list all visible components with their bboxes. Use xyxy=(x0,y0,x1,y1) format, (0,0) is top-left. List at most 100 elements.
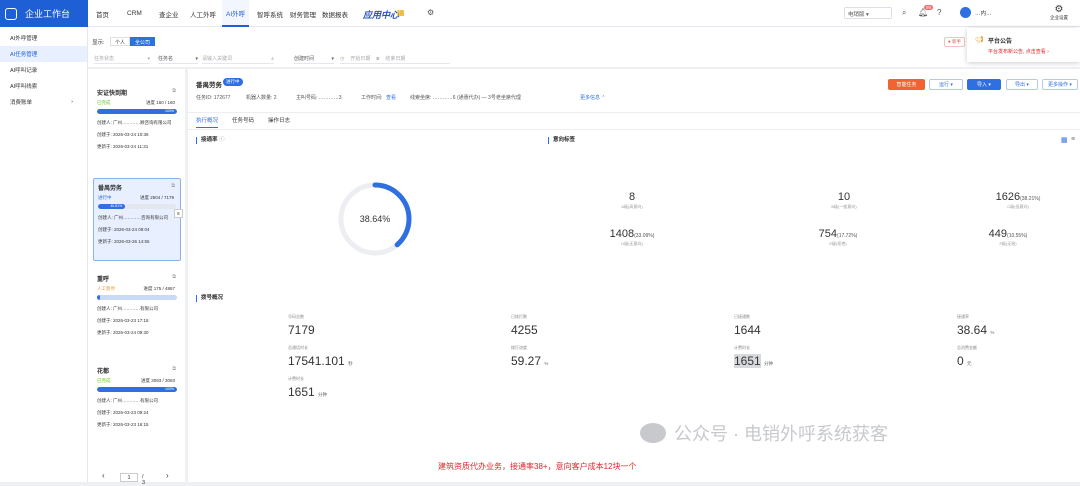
task-card[interactable]: 番禺劳务 ⧉ 进行中 进度 2504 / 7179 40.81% 创建人: 广州… xyxy=(93,178,181,261)
task-card[interactable]: 重呼 ⧉ 人工暂停 进度 175 / 4867 创建人: 广州…………有限公司 … xyxy=(93,270,181,353)
intent-stat: 1626(38.21%) C级(低意向) xyxy=(968,191,1068,210)
import-button[interactable]: 导入 ▾ xyxy=(967,79,1001,90)
sidebar-item-billing[interactable]: 消费账单 › xyxy=(0,94,87,110)
edition-select[interactable]: 电销版 ▾ xyxy=(844,7,892,19)
overview-stat: 拨打进度 59.27 % xyxy=(511,345,621,368)
user-name[interactable]: …内… xyxy=(975,9,992,17)
task-card[interactable]: 安证快到期 ⧉ 已完成 进度 160 / 160 100% 创建人: 广州………… xyxy=(93,84,181,156)
start-date-placeholder: 开始日期 xyxy=(350,56,371,62)
created-time-select[interactable]: 创建时间 ▾ xyxy=(294,54,334,64)
notification-badge: 99 xyxy=(924,5,934,10)
tab-operation-log[interactable]: 操作日志 xyxy=(268,116,290,128)
overview-label: 计费时长 xyxy=(734,345,750,350)
intent-label: E级(拒绝) xyxy=(829,241,847,246)
warning-badge[interactable]: ● 新手 xyxy=(944,37,965,47)
help-icon[interactable]: ? xyxy=(937,8,941,17)
robot-count: 机器人数量: 2 xyxy=(246,95,277,101)
overview-value: 1651 xyxy=(288,385,315,399)
overview-value: 59.27 xyxy=(511,354,542,368)
run-button[interactable]: 运行 ▾ xyxy=(929,79,963,90)
task-name-input[interactable]: 请输入关键词 ⌕ xyxy=(202,54,274,64)
platform-notice-popup[interactable]: 📢︎ 平台公告 平台发布新公告, 点击查看 › xyxy=(967,28,1080,62)
intent-value: 449 xyxy=(988,228,1008,240)
intent-value: 754 xyxy=(818,228,838,240)
overview-stat: 接通率 38.64 % xyxy=(957,314,1067,337)
grid-view-icon[interactable]: ▦ xyxy=(1061,136,1068,144)
task-title: 番禺劳务 xyxy=(196,82,222,89)
watermark-text: 公众号 · 电销外呼系统获客 xyxy=(674,424,888,444)
range-separator-icon: ≡ xyxy=(376,55,380,62)
sidebar-item-ai-call-records[interactable]: AI呼叫记录 xyxy=(0,62,87,78)
collapse-menu-icon[interactable]: ≡ xyxy=(174,209,183,218)
task-card[interactable]: 花都 ⧉ 已完成 进度 3093 / 3093 100% 创建人: 广州…………… xyxy=(93,362,181,442)
task-name-label: 任务名 xyxy=(158,56,174,62)
next-page-button[interactable]: › xyxy=(166,471,169,480)
settings-gear-icon[interactable]: ⚙ xyxy=(427,8,434,17)
date-range-input[interactable]: ◷ 开始日期 ≡ 结束日期 xyxy=(340,54,450,64)
intent-label: F级(无效) xyxy=(999,241,1017,246)
notice-link[interactable]: 平台发布新公告, 点击查看 › xyxy=(988,48,1049,55)
intent-stat: 8 A级(高意向) xyxy=(582,191,682,210)
nav-manual-call[interactable]: 人工外呼 xyxy=(190,0,216,27)
overview-stat: 已接通数 1644 xyxy=(734,314,844,337)
sidebar-item-ai-call-manage[interactable]: AI外呼管理 xyxy=(0,30,87,46)
page-input[interactable]: 1 xyxy=(120,473,138,482)
enterprise-settings-button[interactable]: ⚙ 企业设置 xyxy=(1046,4,1072,21)
search-icon[interactable]: ⌕ xyxy=(271,56,274,62)
status-badge: 进行中 xyxy=(223,78,243,86)
nav-company-search[interactable]: 查企业 xyxy=(159,0,179,27)
nav-finance[interactable]: 财务管理 xyxy=(290,0,316,27)
task-progress-text: 进度 3093 / 3093 xyxy=(140,378,175,383)
overview-label: 已接通数 xyxy=(734,314,750,319)
copy-icon[interactable]: ⧉ xyxy=(172,274,176,280)
info-icon[interactable]: ⓘ xyxy=(219,137,225,143)
nav-smart-system[interactable]: 智呼系统 xyxy=(257,0,283,27)
list-view-icon[interactable]: ≡ xyxy=(1071,136,1075,143)
segment-personal[interactable]: 个人 xyxy=(110,37,131,46)
work-time-link[interactable]: 查看 xyxy=(386,94,396,101)
task-progress-bar: 100% xyxy=(97,387,177,392)
intent-value: 10 xyxy=(837,191,851,203)
nav-ai-call[interactable]: AI外呼 xyxy=(222,0,250,27)
task-progress-fill: 40.81% xyxy=(98,204,126,209)
segment-company[interactable]: 全公司 xyxy=(130,37,156,46)
smart-task-button[interactable]: 智能任务 xyxy=(888,79,925,90)
caller-number: 主叫号码: …………3 xyxy=(296,95,342,101)
app-logo[interactable]: 企业工作台 xyxy=(0,0,88,27)
task-status-select[interactable]: 任务状态 ▾ xyxy=(94,54,150,64)
overview-value: 17541.101 xyxy=(288,354,345,368)
overview-stat: 总消费金额 0 元 xyxy=(957,345,1067,368)
overview-label: 拨打进度 xyxy=(511,345,527,350)
tab-execution-overview[interactable]: 执行概况 xyxy=(196,116,219,128)
divider xyxy=(188,112,1080,113)
sidebar-item-label: AI外呼管理 xyxy=(10,36,38,42)
search-icon[interactable]: ⌕ xyxy=(902,8,906,18)
task-progress-bar: 40.81% xyxy=(98,204,176,209)
sidebar-item-ai-task-manage[interactable]: AI任务管理 xyxy=(0,46,87,62)
overview-stat: 计费时长 1651 分钟 xyxy=(734,345,844,368)
watermark: 公众号 · 电销外呼系统获客 xyxy=(640,420,888,446)
sidebar-item-ai-leads[interactable]: AI呼叫线索 xyxy=(0,78,87,94)
work-time-label: 工作时间: xyxy=(361,95,383,101)
task-progress-fill xyxy=(97,295,100,300)
more-actions-button[interactable]: 更多操作 ▾ xyxy=(1042,79,1078,90)
more-info-link[interactable]: 更多信息 ⌃ xyxy=(580,94,606,101)
overview-label: 计费时长 xyxy=(288,376,304,381)
copy-icon[interactable]: ⧉ xyxy=(172,366,176,372)
export-button[interactable]: 导出 ▾ xyxy=(1006,79,1038,90)
chevron-down-icon: ▾ xyxy=(331,55,334,62)
copy-icon[interactable]: ⧉ xyxy=(171,183,175,189)
nav-crm[interactable]: CRM xyxy=(127,0,142,27)
prev-page-button[interactable]: ‹ xyxy=(102,471,105,480)
created-time-label: 创建时间 xyxy=(294,56,315,62)
nav-reports[interactable]: 数据报表 xyxy=(322,0,348,27)
task-name-field-select[interactable]: 任务名 ▾ xyxy=(158,54,198,64)
nav-home[interactable]: 首页 xyxy=(96,0,109,27)
avatar[interactable] xyxy=(960,7,971,18)
tab-task-numbers[interactable]: 任务号码 xyxy=(232,116,254,128)
task-updated-time: 更新于: 2026-03-24 09:30 xyxy=(97,330,149,335)
intent-percent: (33.09%) xyxy=(634,233,655,239)
app-center-link[interactable]: 应用中心 xyxy=(363,8,399,21)
caption-text: 建筑资质代办业务，接通率38+，意向客户成本12块一个 xyxy=(438,462,637,471)
copy-icon[interactable]: ⧉ xyxy=(172,88,176,94)
